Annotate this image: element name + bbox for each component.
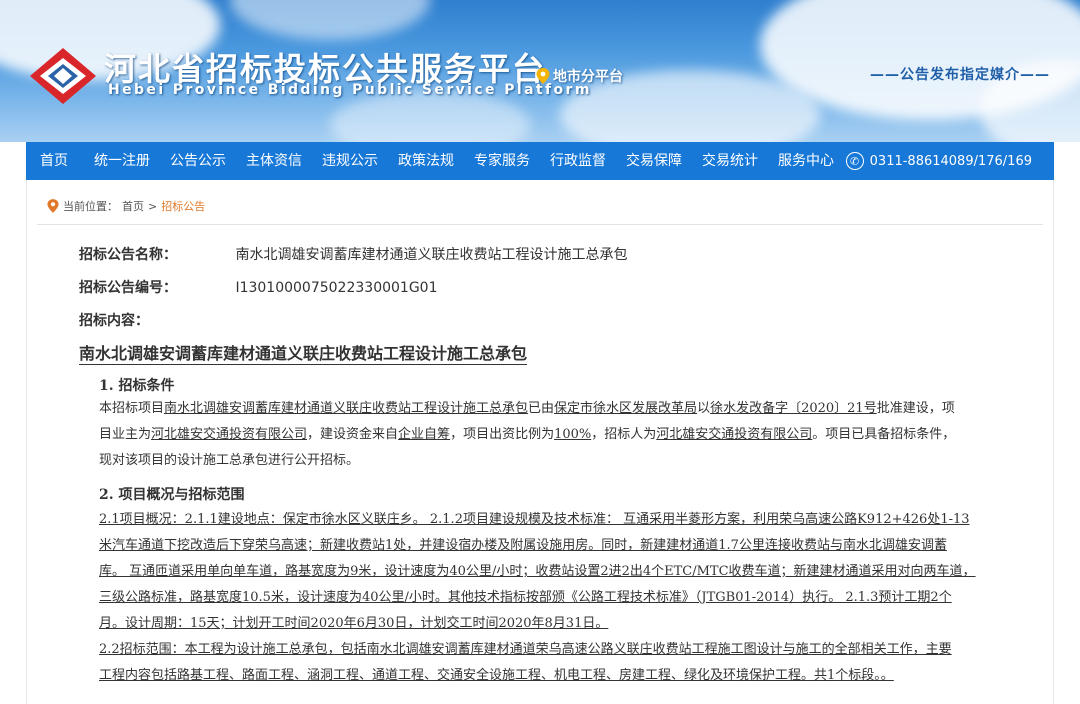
field-label: 招标公告名称： (79, 247, 177, 263)
breadcrumb-current[interactable]: 招标公告 (161, 198, 205, 214)
cloud-decoration (230, 0, 430, 40)
paragraph-line: 目业主为河北雄安交通投资有限公司，建设资金来自企业自筹，项目出资比例为100%，… (99, 427, 956, 442)
nav-item-service-center[interactable]: 服务中心 (768, 142, 844, 180)
paragraph-line: 工程内容包括路基工程、路面工程、涵洞工程、通道工程、交通安全设施工程、机电工程、… (99, 668, 894, 683)
nav-item-credit[interactable]: 主体资信 (236, 142, 312, 180)
paragraph-line: 2.2招标范围：本工程为设计施工总承包，包括南水北调雄安调蓄库建材通道荣乌高速公… (99, 642, 952, 657)
platform-logo-icon[interactable] (28, 46, 98, 106)
city-platform-label: 地市分平台 (553, 69, 623, 85)
paragraph-line: 米汽车通道下挖改造后下穿荣乌高速；新建收费站1处，并建设宿办楼及附属设施用房。同… (99, 538, 947, 553)
field-value: 南水北调雄安调蓄库建材通道义联庄收费站工程设计施工总承包 (235, 247, 628, 263)
breadcrumb-home[interactable]: 首页 (122, 198, 144, 214)
nav-item-statistics[interactable]: 交易统计 (692, 142, 768, 180)
nav-item-policies[interactable]: 政策法规 (388, 142, 464, 180)
field-content: 招标内容： (79, 310, 231, 330)
site-subtitle: Hebei Province Bidding Public Service Pl… (108, 82, 592, 98)
breadcrumb: 当前位置： 首页 > 招标公告 (47, 198, 205, 214)
document-title: 南水北调雄安调蓄库建材通道义联庄收费站工程设计施工总承包 (79, 344, 528, 365)
nav-item-guarantee[interactable]: 交易保障 (616, 142, 692, 180)
nav-item-violations[interactable]: 违规公示 (312, 142, 388, 180)
location-pin-icon (47, 199, 59, 213)
section-heading: 2. 项目概况与招标范围 (99, 487, 245, 503)
phone-icon: ✆ (845, 152, 864, 170)
nav-item-home[interactable]: 首页 (26, 142, 84, 180)
main-nav: 首页 统一注册 公告公示 主体资信 违规公示 政策法规 专家服务 行政监督 交易… (26, 142, 1054, 180)
hotline-number: 0311-88614089/176/169 (869, 153, 1032, 169)
content-panel: 当前位置： 首页 > 招标公告 招标公告名称： 南水北调雄安调蓄库建材通道义联庄… (26, 180, 1054, 704)
section-paragraph: 2.1项目概况：2.1.1建设地点：保定市徐水区义联庄乡。 2.1.2项目建设规… (99, 507, 1029, 689)
nav-item-register[interactable]: 统一注册 (84, 142, 160, 180)
section-paragraph: 本招标项目南水北调雄安调蓄库建材通道义联庄收费站工程设计施工总承包已由保定市徐水… (99, 396, 1029, 474)
field-label: 招标内容： (79, 313, 149, 329)
paragraph-line: 2.1项目概况：2.1.1建设地点：保定市徐水区义联庄乡。 2.1.2项目建设规… (99, 512, 970, 527)
city-platform-link[interactable]: 地市分平台 (536, 66, 623, 86)
field-announcement-code: 招标公告编号： I1301000075022330001G01 (79, 277, 437, 297)
location-pin-icon (536, 68, 550, 84)
paragraph-line: 月。设计周期：15天；计划开工时间2020年6月30日，计划交工时间2020年8… (99, 616, 609, 631)
field-announcement-name: 招标公告名称： 南水北调雄安调蓄库建材通道义联庄收费站工程设计施工总承包 (79, 244, 627, 264)
nav-item-experts[interactable]: 专家服务 (464, 142, 540, 180)
paragraph-line: 三级公路标准，路基宽度10.5米，设计速度为40公里/小时。其他技术指标按部颁《… (99, 590, 952, 605)
field-value: I1301000075022330001G01 (235, 280, 438, 296)
breadcrumb-separator: > (148, 199, 158, 213)
breadcrumb-prefix: 当前位置： (63, 200, 118, 213)
nav-item-announcements[interactable]: 公告公示 (160, 142, 236, 180)
paragraph-line: 库。 互通匝道采用单向单车道，路基宽度为9米，设计速度为40公里/小时；收费站设… (99, 564, 976, 579)
paragraph-line: 本招标项目南水北调雄安调蓄库建材通道义联庄收费站工程设计施工总承包已由保定市徐水… (99, 401, 955, 416)
divider (37, 224, 1043, 225)
media-note: ——公告发布指定媒介—— (870, 67, 1050, 83)
site-header: 河北省招标投标公共服务平台 Hebei Province Bidding Pub… (0, 0, 1080, 142)
field-label: 招标公告编号： (79, 280, 177, 296)
hotline: ✆ 0311-88614089/176/169 (845, 152, 1032, 170)
nav-item-supervision[interactable]: 行政监督 (540, 142, 616, 180)
paragraph-line: 现对该项目的设计施工总承包进行公开招标。 (99, 453, 360, 468)
section-heading: 1. 招标条件 (99, 378, 175, 394)
